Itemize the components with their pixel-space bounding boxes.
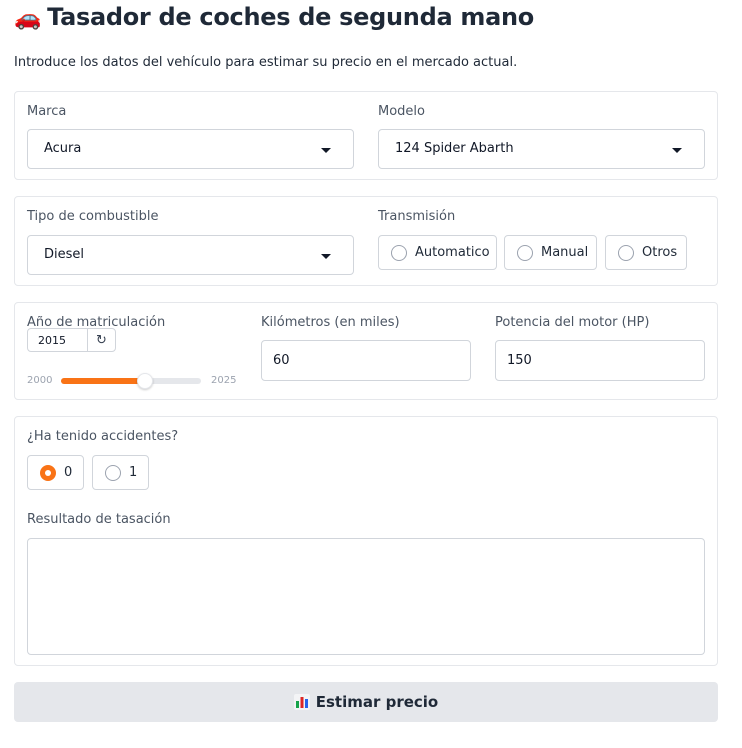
transmission-option-otros[interactable]: Otros (605, 235, 687, 270)
power-value: 150 (507, 353, 532, 368)
radio-icon (517, 245, 533, 261)
year-slider-min: 2000 (27, 375, 53, 386)
accidents-option-1[interactable]: 1 (92, 455, 149, 490)
vehicle-card: Marca Acura Modelo 124 Spider Abarth (14, 91, 718, 180)
specs-card: Año de matriculación 2015 ↻ 2000 2025 Ki… (14, 302, 718, 400)
page-title: 🚗 Tasador de coches de segunda mano (14, 3, 534, 31)
model-value: 124 Spider Abarth (395, 141, 514, 156)
year-slider-thumb[interactable] (137, 373, 153, 389)
model-label: Modelo (378, 104, 425, 119)
chevron-down-icon (672, 148, 682, 153)
radio-icon (618, 245, 634, 261)
power-label: Potencia del motor (HP) (495, 315, 650, 330)
result-output[interactable] (27, 538, 705, 655)
transmission-option-automatico[interactable]: Automatico (378, 235, 497, 270)
brand-select[interactable]: Acura (27, 129, 354, 169)
reset-icon[interactable]: ↻ (87, 329, 115, 351)
km-input[interactable]: 60 (261, 340, 471, 381)
year-value: 2015 (38, 334, 66, 347)
year-input[interactable]: 2015 ↻ (27, 328, 116, 352)
accidents-label: ¿Ha tenido accidentes? (27, 429, 179, 444)
accidents-option-label: 1 (129, 465, 138, 480)
accidents-option-label: 0 (64, 465, 73, 480)
fuel-label: Tipo de combustible (27, 209, 159, 224)
radio-icon (40, 465, 56, 481)
year-slider-fill (61, 378, 145, 384)
transmission-label: Transmisión (378, 209, 456, 224)
km-value: 60 (273, 353, 290, 368)
power-input[interactable]: 150 (495, 340, 705, 381)
radio-icon (105, 465, 121, 481)
km-label: Kilómetros (en miles) (261, 315, 400, 330)
transmission-option-label: Automatico (415, 245, 490, 260)
transmission-option-manual[interactable]: Manual (504, 235, 597, 270)
accidents-option-0[interactable]: 0 (27, 455, 84, 490)
fuel-transmission-card: Tipo de combustible Diesel Transmisión A… (14, 196, 718, 286)
car-icon: 🚗 (14, 6, 42, 31)
transmission-option-label: Manual (541, 245, 589, 260)
chevron-down-icon (321, 148, 331, 153)
estimate-price-button[interactable]: Estimar precio (14, 682, 718, 722)
model-select[interactable]: 124 Spider Abarth (378, 129, 705, 169)
result-label: Resultado de tasación (27, 512, 171, 527)
brand-label: Marca (27, 104, 67, 119)
bar-chart-icon (293, 694, 310, 710)
year-slider[interactable] (61, 373, 201, 389)
page-title-text: Tasador de coches de segunda mano (47, 3, 534, 31)
radio-icon (391, 245, 407, 261)
page-subtitle: Introduce los datos del vehículo para es… (14, 55, 518, 70)
chevron-down-icon (321, 254, 331, 259)
year-slider-max: 2025 (211, 375, 237, 386)
estimate-price-label: Estimar precio (315, 693, 439, 711)
accidents-result-card: ¿Ha tenido accidentes? 0 1 Resultado de … (14, 416, 718, 666)
fuel-value: Diesel (44, 247, 85, 262)
transmission-option-label: Otros (642, 245, 678, 260)
fuel-select[interactable]: Diesel (27, 235, 354, 275)
brand-value: Acura (44, 141, 82, 156)
